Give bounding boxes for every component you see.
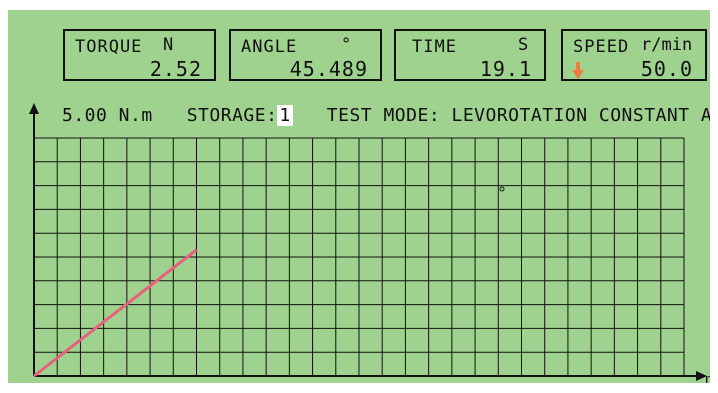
chart-series <box>33 248 198 378</box>
y-axis-arrow-icon <box>29 103 39 114</box>
grid-marker <box>499 186 505 192</box>
torque-chart: m <box>29 103 710 383</box>
torque-trace-line <box>33 248 198 378</box>
chart-axes <box>29 103 707 381</box>
x-axis-label: m <box>705 371 710 383</box>
tester-screen: TORQUE N 2.52 ANGLE ° 45.489 TIME S 19.1… <box>8 10 710 383</box>
chart-grid <box>33 137 685 377</box>
